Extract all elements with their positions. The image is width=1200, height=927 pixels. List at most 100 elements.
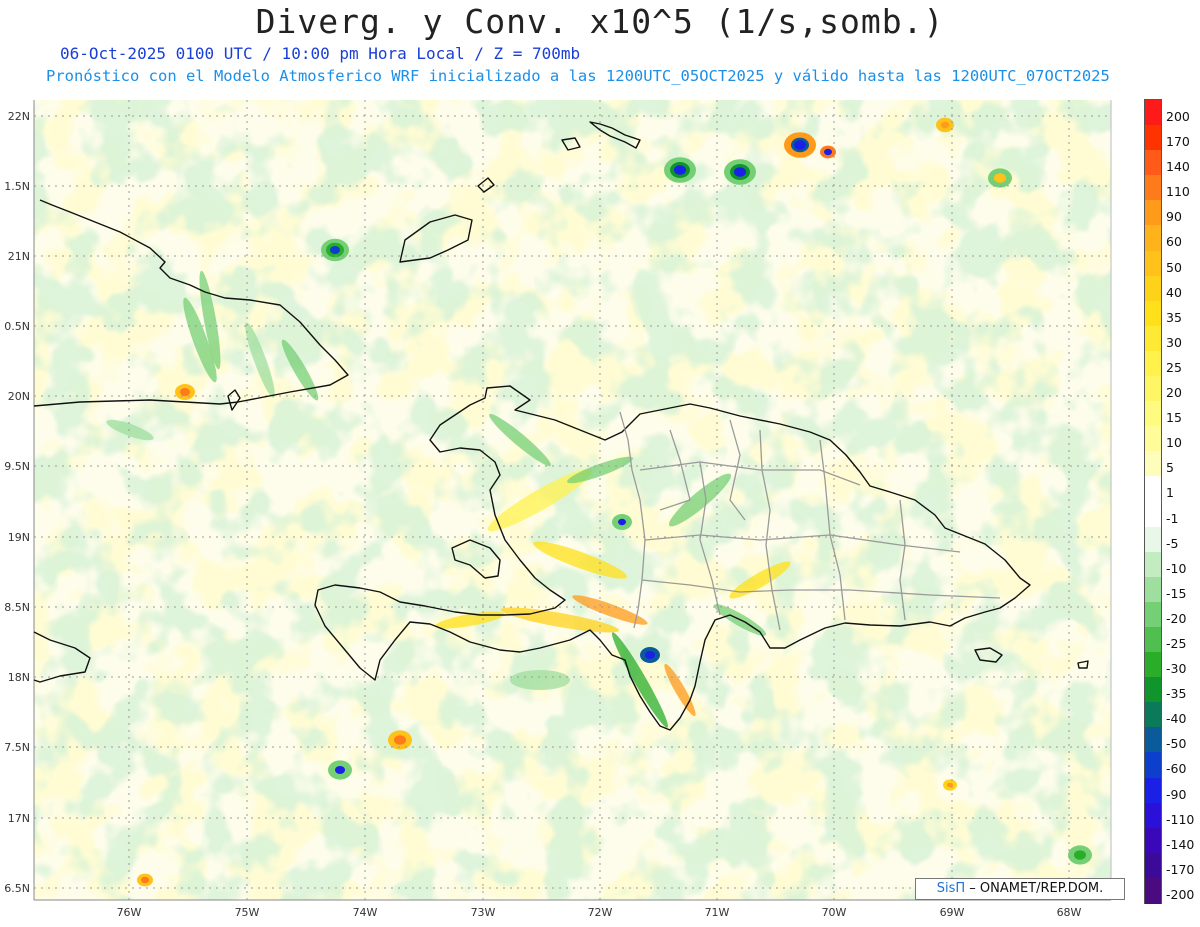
lat-label: 1.5N (4, 180, 30, 193)
colorbar-label: -200 (1166, 886, 1195, 902)
colorbar-segment (1145, 175, 1161, 201)
colorbar-segment (1145, 702, 1161, 728)
colorbar-label: 50 (1166, 259, 1182, 275)
colorbar-segment (1145, 501, 1161, 528)
colorbar-label: 110 (1166, 184, 1190, 200)
colorbar-label: -50 (1166, 736, 1187, 752)
field-cell (941, 121, 949, 129)
field-cell (330, 246, 340, 254)
colorbar-label: -170 (1166, 861, 1195, 877)
field-cell (674, 165, 686, 175)
lon-label: 72W (588, 906, 613, 919)
field-cell (794, 140, 806, 150)
colorbar-label: -25 (1166, 635, 1187, 651)
colorbar-label: 15 (1166, 410, 1182, 426)
colorbar-label: -110 (1166, 811, 1195, 827)
lat-label: 7.5N (4, 741, 30, 754)
colorbar-label: -40 (1166, 711, 1187, 727)
colorbar-label: 60 (1166, 234, 1182, 250)
lon-label: 71W (705, 906, 730, 919)
field-cell (394, 735, 406, 745)
field-cell (994, 173, 1006, 183)
field-cell (618, 518, 626, 526)
field-layer (34, 100, 1111, 900)
longitude-labels: 76W 75W 74W 73W 72W 71W 70W 69W 68W (117, 906, 1082, 919)
latitude-labels: 22N 1.5N 21N 0.5N 20N 9.5N 19N 8.5N 18N 7.5N 17N 6.… (4, 110, 30, 895)
colorbar-label: -140 (1166, 836, 1195, 852)
colorbar-segment (1145, 652, 1161, 678)
colorbar-segment (1145, 576, 1161, 603)
colorbar-segment (1145, 376, 1161, 402)
lat-label: 21N (8, 250, 30, 263)
colorbar-segment (1145, 325, 1161, 352)
field-cell (824, 148, 832, 156)
colorbar-segment (1145, 827, 1161, 854)
colorbar-label: -35 (1166, 686, 1187, 702)
lon-label: 69W (940, 906, 965, 919)
field-cell (1074, 850, 1086, 860)
field-cell (734, 167, 746, 177)
colorbar-segment (1145, 200, 1161, 226)
credit-box: SisΠ – ONAMET/REP.DOM. (915, 878, 1125, 900)
colorbar-label: 140 (1166, 159, 1190, 175)
lon-label: 76W (117, 906, 142, 919)
colorbar-segment (1145, 852, 1161, 879)
lon-label: 75W (235, 906, 260, 919)
field-cell (141, 876, 149, 884)
field-streak (510, 670, 570, 690)
colorbar-label: 25 (1166, 359, 1182, 375)
colorbar-label: 40 (1166, 284, 1182, 300)
colorbar-label: -1 (1166, 510, 1179, 526)
colorbar-segment (1145, 777, 1161, 804)
lat-label: 8.5N (4, 601, 30, 614)
colorbar-segment (1145, 350, 1161, 377)
lat-label: 19N (8, 531, 30, 544)
lat-label: 18N (8, 671, 30, 684)
colorbar-segment (1145, 426, 1161, 452)
colorbar-label: -60 (1166, 761, 1187, 777)
colorbar-label: 35 (1166, 309, 1182, 325)
colorbar-label: 20 (1166, 385, 1182, 401)
colorbar-segment (1145, 802, 1161, 829)
colorbar-label: 200 (1166, 109, 1190, 124)
colorbar-segment (1145, 626, 1161, 653)
field-cell (335, 766, 345, 774)
sispi-logo-text: SisΠ (936, 881, 966, 896)
colorbar-segment (1145, 300, 1161, 327)
colorbar-label: -90 (1166, 786, 1187, 802)
colorbar-label: 5 (1166, 460, 1174, 476)
colorbar-label: 10 (1166, 435, 1182, 451)
lon-label: 73W (471, 906, 496, 919)
colorbar-segment (1145, 877, 1161, 904)
lat-label: 9.5N (4, 460, 30, 473)
lon-label: 68W (1057, 906, 1082, 919)
colorbar-segment (1145, 225, 1161, 252)
lat-label: 17N (8, 812, 30, 825)
lat-label: 0.5N (4, 320, 30, 333)
colorbar (1144, 99, 1162, 904)
lon-label: 70W (822, 906, 847, 919)
colorbar-label: -20 (1166, 610, 1187, 626)
colorbar-label: 1 (1166, 485, 1174, 501)
field-cell (645, 651, 655, 659)
colorbar-segment (1145, 401, 1161, 427)
colorbar-segment (1145, 250, 1161, 277)
lat-label: 6.5N (4, 882, 30, 895)
colorbar-segment (1145, 727, 1161, 753)
colorbar-label: 30 (1166, 334, 1182, 350)
colorbar-segment (1145, 275, 1161, 302)
map-canvas: 22N 1.5N 21N 0.5N 20N 9.5N 19N 8.5N 18N 7.5N 17N 6.… (4, 100, 1112, 919)
colorbar-label: -15 (1166, 585, 1187, 601)
colorbar-segment (1145, 100, 1161, 126)
colorbar-label: 90 (1166, 209, 1182, 225)
colorbar-label: 170 (1166, 134, 1190, 150)
colorbar-segment (1145, 526, 1161, 553)
colorbar-segment (1145, 551, 1161, 578)
colorbar-segment (1145, 601, 1161, 628)
colorbar-segment (1145, 752, 1161, 779)
field-cell (180, 388, 190, 396)
credit-org: – ONAMET/REP.DOM. (969, 881, 1104, 896)
colorbar-segment (1145, 451, 1161, 477)
colorbar-segment (1145, 125, 1161, 151)
colorbar-label: -30 (1166, 661, 1187, 677)
